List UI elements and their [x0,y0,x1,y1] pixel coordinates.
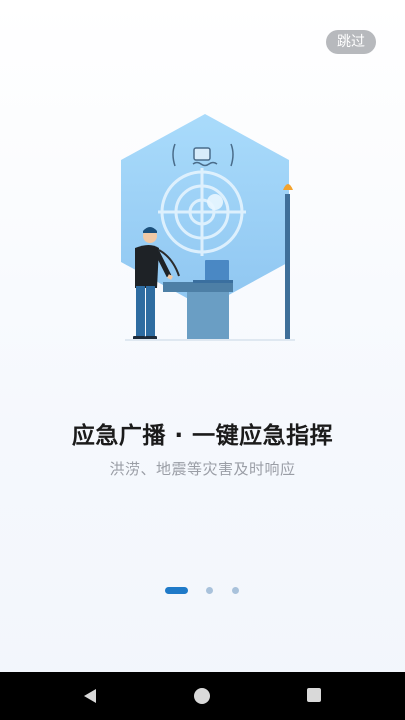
onboarding-subtitle: 洪涝、地震等灾害及时响应 [109,460,296,478]
skip-button[interactable]: 跳过 [326,30,376,54]
podium [187,288,229,340]
page-indicator [0,585,405,595]
onboarding-title: 应急广播 · 一键应急指挥 [71,423,334,449]
home-circle-icon[interactable] [194,688,210,704]
back-triangle-icon[interactable] [82,688,98,704]
emergency-broadcast-illustration [121,114,295,341]
recent-square-icon[interactable] [307,688,321,702]
page-indicator-dot-1[interactable] [165,587,188,594]
onboarding-screen: 跳过 应急广播 · 一键应急指挥 洪涝、地震等灾害及时响应 [0,0,405,672]
laptop [205,260,229,282]
page-indicator-dot-3[interactable] [232,587,239,594]
page-indicator-dot-2[interactable] [206,587,213,594]
torch-pole [285,194,290,340]
